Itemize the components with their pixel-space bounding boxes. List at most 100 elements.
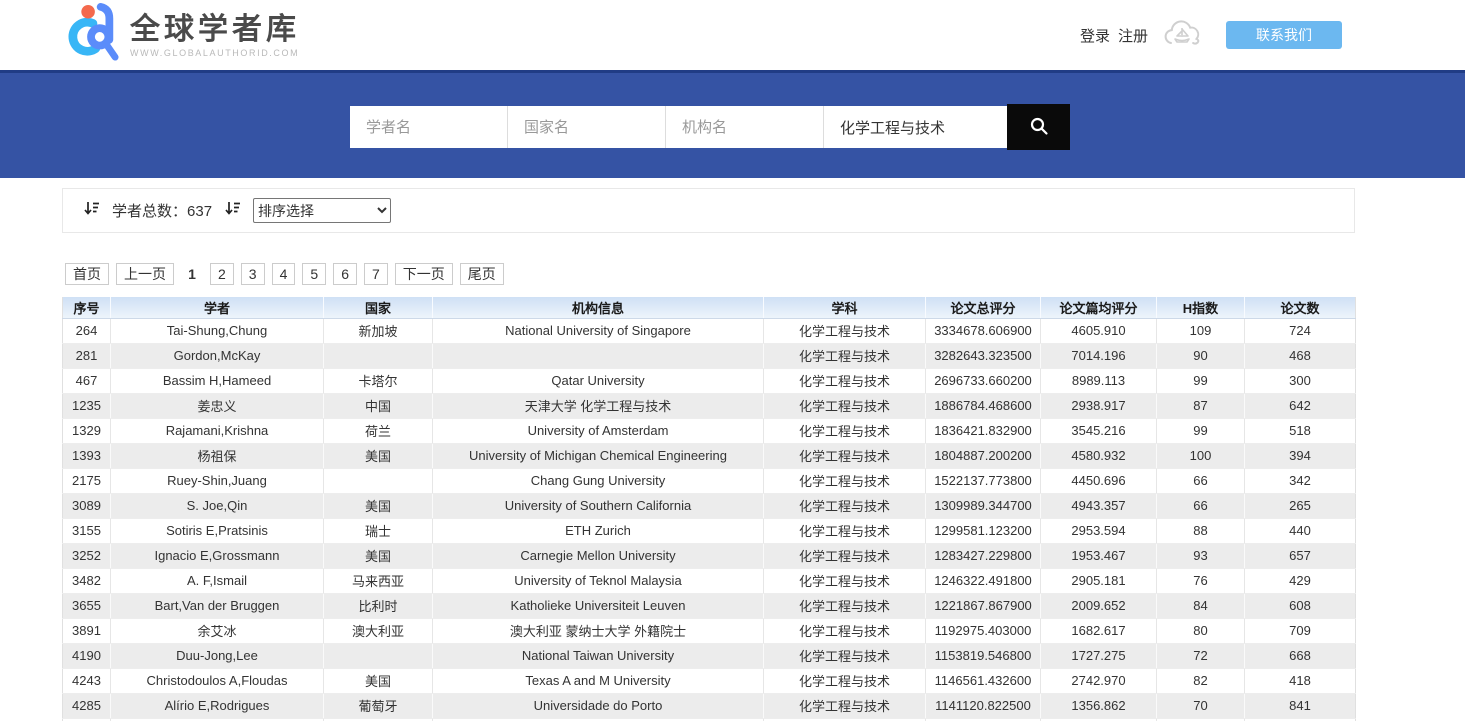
institution-name-input[interactable] [666,106,824,148]
search-button[interactable] [1007,104,1070,150]
register-link[interactable]: 注册 [1118,25,1148,46]
pagination-page-6[interactable]: 6 [333,263,357,285]
table-cell: 4580.932 [1041,443,1157,468]
table-cell: 3089 [63,493,111,518]
subject-input[interactable] [824,106,1007,148]
sort-select[interactable]: 排序选择 [253,198,391,223]
table-cell: Christodoulos A,Floudas [111,668,324,693]
table-cell: 4190 [63,643,111,668]
table-cell: 418 [1245,668,1356,693]
table-cell: 3545.216 [1041,418,1157,443]
table-cell: 美国 [324,543,433,568]
table-row[interactable]: 4243Christodoulos A,Floudas美国Texas A and… [63,668,1356,693]
pagination-page-1[interactable]: 1 [181,263,203,285]
table-header-row: 序号 学者 国家 机构信息 学科 论文总评分 论文篇均评分 H指数 论文数 [63,297,1356,318]
table-cell: 美国 [324,493,433,518]
table-cell: University of Amsterdam [433,418,764,443]
table-cell: 化学工程与技术 [764,668,926,693]
pagination-first[interactable]: 首页 [65,263,109,285]
table-cell: 468 [1245,343,1356,368]
col-header-institution: 机构信息 [433,297,764,318]
sort-amount-icon[interactable] [224,200,241,222]
table-cell: 467 [63,368,111,393]
login-link[interactable]: 登录 [1080,25,1110,46]
pagination-page-5[interactable]: 5 [302,263,326,285]
table-cell: Texas A and M University [433,668,764,693]
pagination-page-4[interactable]: 4 [272,263,296,285]
table-cell: 724 [1245,318,1356,343]
table-cell: 2953.594 [1041,518,1157,543]
pagination-last[interactable]: 尾页 [460,263,504,285]
table-cell: 1192975.403000 [926,618,1041,643]
table-cell: University of Michigan Chemical Engineer… [433,443,764,468]
pagination-page-2[interactable]: 2 [210,263,234,285]
country-name-input[interactable] [508,106,666,148]
table-cell: 3482 [63,568,111,593]
table-cell: 荷兰 [324,418,433,443]
table-row[interactable]: 3252Ignacio E,Grossmann美国Carnegie Mellon… [63,543,1356,568]
table-row[interactable]: 3089S. Joe,Qin美国University of Southern C… [63,493,1356,518]
table-cell: Sotiris E,Pratsinis [111,518,324,543]
table-cell: Duu-Jong,Lee [111,643,324,668]
table-row[interactable]: 3655Bart,Van der Bruggen比利时Katholieke Un… [63,593,1356,618]
pagination-page-3[interactable]: 3 [241,263,265,285]
table-cell: 1221867.867900 [926,593,1041,618]
site-subtitle: WWW.GLOBALAUTHORID.COM [130,48,300,58]
logo[interactable]: 全球学者库 WWW.GLOBALAUTHORID.COM [62,3,300,68]
table-cell: 109 [1157,318,1245,343]
table-row[interactable]: 1393杨祖保美国University of Michigan Chemical… [63,443,1356,468]
table-cell: 美国 [324,443,433,468]
table-cell: 1804887.200200 [926,443,1041,468]
table-cell [433,343,764,368]
table-cell: 1153819.546800 [926,643,1041,668]
table-cell: 841 [1245,693,1356,718]
pagination-prev[interactable]: 上一页 [116,263,174,285]
table-cell: 化学工程与技术 [764,368,926,393]
contact-button[interactable]: 联系我们 [1226,21,1342,49]
table-cell: National Taiwan University [433,643,764,668]
table-cell: 99 [1157,418,1245,443]
table-cell: 90 [1157,343,1245,368]
table-row[interactable]: 2175Ruey-Shin,JuangChang Gung University… [63,468,1356,493]
col-header-scholar: 学者 [111,297,324,318]
table-cell: 93 [1157,543,1245,568]
table-cell: Qatar University [433,368,764,393]
pagination-next[interactable]: 下一页 [395,263,453,285]
search-bar [350,104,1070,150]
table-row[interactable]: 1329Rajamani,Krishna荷兰University of Amst… [63,418,1356,443]
scholar-table: 序号 学者 国家 机构信息 学科 论文总评分 论文篇均评分 H指数 论文数 26… [62,297,1356,721]
table-cell: 葡萄牙 [324,693,433,718]
table-row[interactable]: 3482A. F,Ismail马来西亚University of Teknol … [63,568,1356,593]
table-cell: 天津大学 化学工程与技术 [433,393,764,418]
table-row[interactable]: 264Tai-Shung,Chung新加坡National University… [63,318,1356,343]
table-cell: 卡塔尔 [324,368,433,393]
table-row[interactable]: 3155Sotiris E,Pratsinis瑞士ETH Zurich化学工程与… [63,518,1356,543]
table-row[interactable]: 281Gordon,McKay化学工程与技术3282643.3235007014… [63,343,1356,368]
table-cell: 化学工程与技术 [764,318,926,343]
table-row[interactable]: 467Bassim H,Hameed卡塔尔Qatar University化学工… [63,368,1356,393]
table-cell: ETH Zurich [433,518,764,543]
table-cell: National University of Singapore [433,318,764,343]
table-cell: Carnegie Mellon University [433,543,764,568]
table-cell: 4605.910 [1041,318,1157,343]
table-cell: 化学工程与技术 [764,493,926,518]
table-row[interactable]: 4285Alírio E,Rodrigues葡萄牙Universidade do… [63,693,1356,718]
table-cell: 3155 [63,518,111,543]
table-row[interactable]: 4190Duu-Jong,Lee National Taiwan Universi… [63,643,1356,668]
table-cell: 1356.862 [1041,693,1157,718]
table-row[interactable]: 3891余艾冰澳大利亚澳大利亚 蒙纳士大学 外籍院士化学工程与技术1192975… [63,618,1356,643]
table-cell: 100 [1157,443,1245,468]
table-row[interactable]: 1235姜忠义中国天津大学 化学工程与技术化学工程与技术1886784.4686… [63,393,1356,418]
table-cell: 264 [63,318,111,343]
pagination-page-7[interactable]: 7 [364,263,388,285]
table-cell: 72 [1157,643,1245,668]
table-cell: 281 [63,343,111,368]
scholar-total-label: 学者总数：637 [112,200,212,221]
table-cell: 化学工程与技术 [764,618,926,643]
scholar-name-input[interactable] [350,106,508,148]
table-cell [324,343,433,368]
table-cell: 澳大利亚 [324,618,433,643]
sort-amount-icon[interactable] [83,200,100,222]
table-cell: Katholieke Universiteit Leuven [433,593,764,618]
table-cell: Ruey-Shin,Juang [111,468,324,493]
